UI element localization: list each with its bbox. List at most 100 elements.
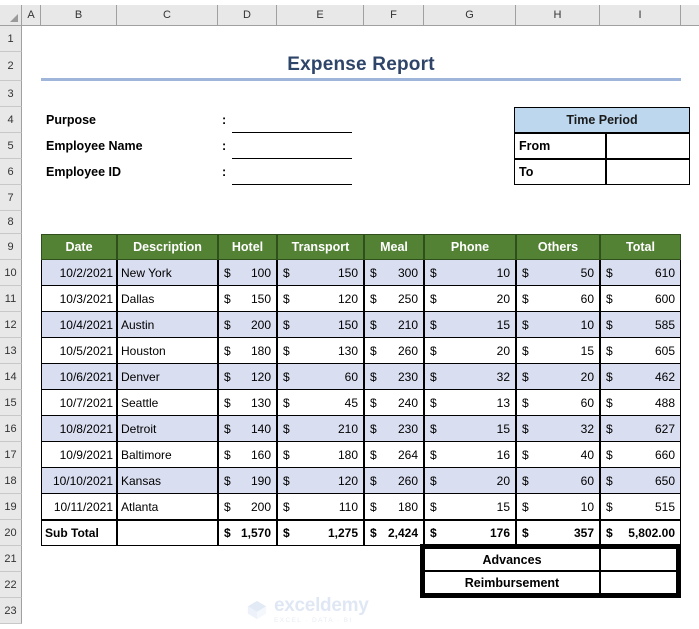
table-cell-hotel[interactable]: $190 [218, 468, 277, 494]
table-cell-hotel[interactable]: $100 [218, 260, 277, 286]
table-cell-transport[interactable]: $130 [277, 338, 364, 364]
table-cell-meal[interactable]: $180 [364, 494, 424, 520]
table-cell-phone[interactable]: $10 [424, 260, 516, 286]
table-cell-transport[interactable]: $210 [277, 416, 364, 442]
row-header-1[interactable]: 1 [0, 26, 22, 52]
row-header-15[interactable]: 15 [0, 390, 22, 416]
table-cell-phone[interactable]: $15 [424, 312, 516, 338]
table-cell-hotel[interactable]: $120 [218, 364, 277, 390]
row-header-10[interactable]: 10 [0, 260, 22, 286]
table-cell-transport[interactable]: $150 [277, 260, 364, 286]
column-header-i[interactable]: I [600, 5, 681, 26]
table-cell-others[interactable]: $40 [516, 442, 600, 468]
table-cell-phone[interactable]: $15 [424, 494, 516, 520]
table-cell-total[interactable]: $488 [600, 390, 681, 416]
table-cell-total[interactable]: $650 [600, 468, 681, 494]
table-cell-total[interactable]: $462 [600, 364, 681, 390]
table-cell-meal[interactable]: $230 [364, 416, 424, 442]
row-header-5[interactable]: 5 [0, 133, 22, 159]
row-header-14[interactable]: 14 [0, 364, 22, 390]
table-cell-transport[interactable]: $120 [277, 286, 364, 312]
column-header-g[interactable]: G [424, 5, 516, 26]
table-cell-others[interactable]: $50 [516, 260, 600, 286]
column-header-b[interactable]: B [41, 5, 117, 26]
row-header-11[interactable]: 11 [0, 286, 22, 312]
table-cell-hotel[interactable]: $140 [218, 416, 277, 442]
table-cell-meal[interactable]: $210 [364, 312, 424, 338]
row-header-20[interactable]: 20 [0, 520, 22, 546]
table-cell-date[interactable]: 10/5/2021 [41, 338, 117, 364]
table-cell-phone[interactable]: $13 [424, 390, 516, 416]
column-header-f[interactable]: F [364, 5, 424, 26]
row-header-2[interactable]: 2 [0, 52, 22, 81]
time-period-value-to[interactable] [606, 159, 690, 185]
table-cell-meal[interactable]: $264 [364, 442, 424, 468]
row-header-8[interactable]: 8 [0, 211, 22, 234]
table-cell-transport[interactable]: $45 [277, 390, 364, 416]
table-cell-date[interactable]: 10/10/2021 [41, 468, 117, 494]
table-cell-date[interactable]: 10/8/2021 [41, 416, 117, 442]
table-cell-meal[interactable]: $300 [364, 260, 424, 286]
row-header-21[interactable]: 21 [0, 546, 22, 572]
row-header-7[interactable]: 7 [0, 185, 22, 211]
table-cell-date[interactable]: 10/2/2021 [41, 260, 117, 286]
row-header-3[interactable]: 3 [0, 81, 22, 107]
table-cell-description[interactable]: Seattle [117, 390, 218, 416]
summary-value-reimbursement[interactable] [600, 571, 677, 594]
table-cell-description[interactable]: Denver [117, 364, 218, 390]
column-header-c[interactable]: C [117, 5, 218, 26]
table-cell-others[interactable]: $60 [516, 286, 600, 312]
table-cell-others[interactable]: $20 [516, 364, 600, 390]
table-cell-transport[interactable]: $150 [277, 312, 364, 338]
table-cell-others[interactable]: $60 [516, 468, 600, 494]
table-cell-phone[interactable]: $16 [424, 442, 516, 468]
row-header-13[interactable]: 13 [0, 338, 22, 364]
table-cell-transport[interactable]: $60 [277, 364, 364, 390]
table-cell-phone[interactable]: $20 [424, 286, 516, 312]
table-cell-phone[interactable]: $20 [424, 468, 516, 494]
row-header-6[interactable]: 6 [0, 159, 22, 185]
field-input-employee-id[interactable] [232, 159, 352, 185]
table-cell-total[interactable]: $660 [600, 442, 681, 468]
table-cell-date[interactable]: 10/9/2021 [41, 442, 117, 468]
table-cell-hotel[interactable]: $160 [218, 442, 277, 468]
table-cell-hotel[interactable]: $200 [218, 312, 277, 338]
row-header-12[interactable]: 12 [0, 312, 22, 338]
table-cell-date[interactable]: 10/11/2021 [41, 494, 117, 520]
row-header-9[interactable]: 9 [0, 234, 22, 260]
table-cell-date[interactable]: 10/4/2021 [41, 312, 117, 338]
table-cell-others[interactable]: $15 [516, 338, 600, 364]
table-cell-total[interactable]: $605 [600, 338, 681, 364]
table-cell-description[interactable]: Dallas [117, 286, 218, 312]
table-cell-meal[interactable]: $260 [364, 468, 424, 494]
table-cell-total[interactable]: $627 [600, 416, 681, 442]
table-cell-others[interactable]: $60 [516, 390, 600, 416]
table-cell-hotel[interactable]: $180 [218, 338, 277, 364]
table-cell-meal[interactable]: $250 [364, 286, 424, 312]
table-cell-description[interactable]: Houston [117, 338, 218, 364]
table-cell-others[interactable]: $32 [516, 416, 600, 442]
table-cell-date[interactable]: 10/7/2021 [41, 390, 117, 416]
table-cell-hotel[interactable]: $150 [218, 286, 277, 312]
row-header-16[interactable]: 16 [0, 416, 22, 442]
table-cell-others[interactable]: $10 [516, 494, 600, 520]
column-header-d[interactable]: D [218, 5, 277, 26]
table-cell-total[interactable]: $585 [600, 312, 681, 338]
table-cell-total[interactable]: $610 [600, 260, 681, 286]
table-cell-date[interactable]: 10/6/2021 [41, 364, 117, 390]
table-cell-total[interactable]: $515 [600, 494, 681, 520]
row-header-23[interactable]: 23 [0, 598, 22, 624]
table-cell-phone[interactable]: $20 [424, 338, 516, 364]
table-cell-meal[interactable]: $230 [364, 364, 424, 390]
table-cell-transport[interactable]: $110 [277, 494, 364, 520]
table-cell-description[interactable]: New York [117, 260, 218, 286]
column-header-e[interactable]: E [277, 5, 364, 26]
table-cell-hotel[interactable]: $130 [218, 390, 277, 416]
table-cell-others[interactable]: $10 [516, 312, 600, 338]
table-cell-description[interactable]: Baltimore [117, 442, 218, 468]
summary-value-advances[interactable] [600, 548, 677, 571]
table-cell-phone[interactable]: $32 [424, 364, 516, 390]
column-header-h[interactable]: H [516, 5, 600, 26]
table-cell-transport[interactable]: $180 [277, 442, 364, 468]
table-cell-description[interactable]: Kansas [117, 468, 218, 494]
